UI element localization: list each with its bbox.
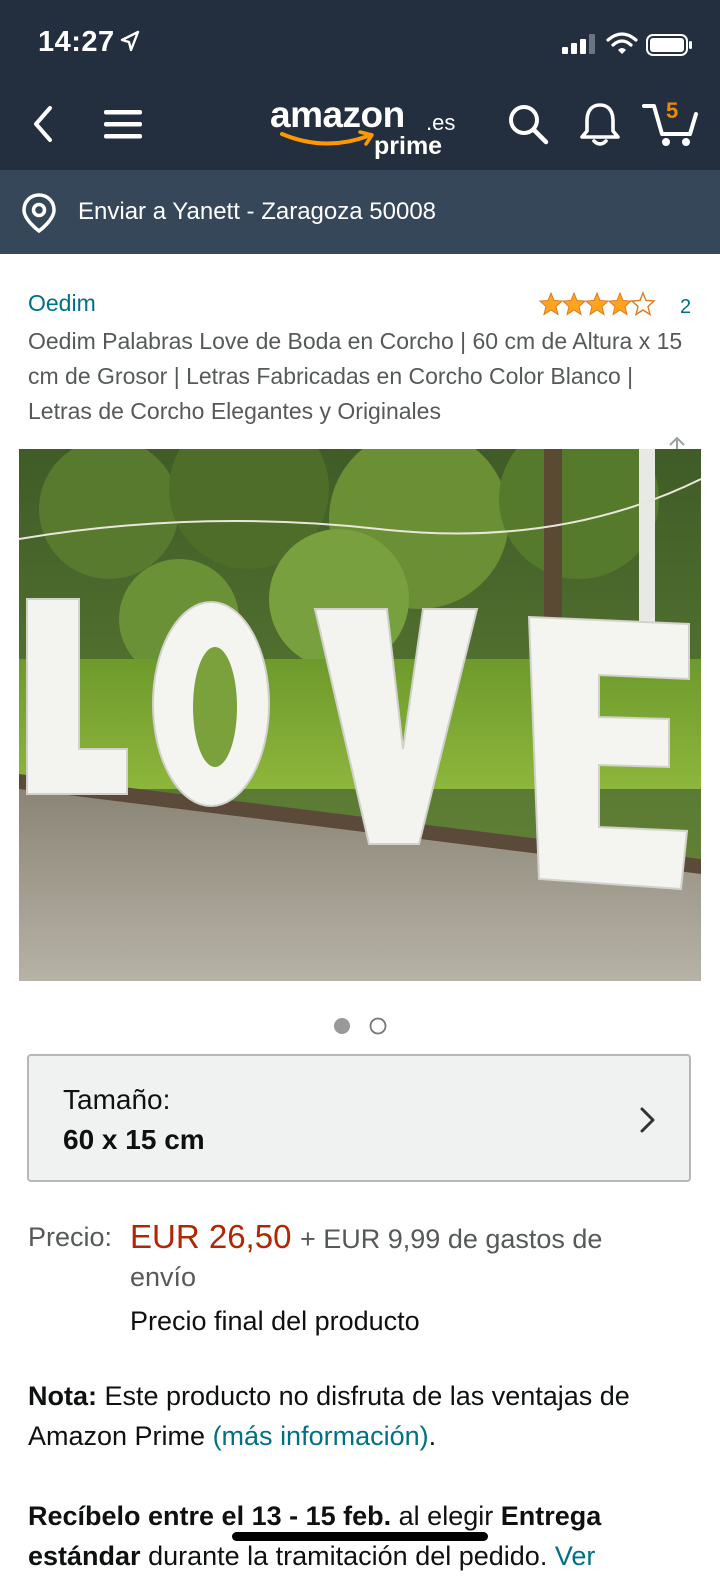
rating-count-link[interactable]: 2 bbox=[680, 296, 691, 319]
delivery-text1: al elegir bbox=[391, 1501, 501, 1531]
cart-button[interactable]: 5 bbox=[642, 98, 700, 148]
delivery-location-bar[interactable]: Enviar a Yanett - Zaragoza 50008 bbox=[0, 170, 720, 254]
price-label: Precio: bbox=[28, 1222, 113, 1252]
hamburger-menu-icon[interactable] bbox=[104, 108, 142, 140]
home-indicator[interactable] bbox=[232, 1532, 488, 1541]
product-title: Oedim Palabras Love de Boda en Corcho | … bbox=[28, 328, 683, 424]
search-icon[interactable] bbox=[506, 102, 550, 151]
top-bar: 14:27 amazon .es prime 5 bbox=[0, 0, 720, 170]
prime-note: Nota: Este producto no disfruta de las v… bbox=[28, 1376, 698, 1456]
location-pin-icon bbox=[20, 192, 58, 239]
see-details-link[interactable]: Ver bbox=[555, 1541, 596, 1571]
chevron-right-icon bbox=[639, 1106, 657, 1139]
shipping-cost-cont: envío bbox=[130, 1262, 197, 1292]
more-info-link[interactable]: (más información) bbox=[213, 1421, 429, 1451]
back-button[interactable] bbox=[26, 104, 62, 144]
brand-link[interactable]: Oedim bbox=[28, 290, 96, 317]
note-bold: Nota: bbox=[28, 1381, 97, 1411]
delivery-text2: durante la tramitación del pedido. bbox=[140, 1541, 555, 1571]
smile-arrow-icon bbox=[280, 130, 376, 155]
delivery-option: Entrega bbox=[500, 1501, 602, 1531]
wifi-icon bbox=[606, 32, 638, 61]
delivery-option-cont: estándar bbox=[28, 1541, 141, 1571]
status-time: 14:27 bbox=[38, 26, 115, 58]
shipping-cost: + EUR 9,99 de gastos de bbox=[300, 1224, 603, 1254]
size-value: 60 x 15 cm bbox=[63, 1124, 205, 1155]
delivery-dates: Recíbelo entre el 13 - 15 feb. bbox=[28, 1501, 392, 1531]
nav-bar: amazon .es prime 5 bbox=[0, 88, 720, 170]
size-selector[interactable]: Tamaño: 60 x 15 cm bbox=[27, 1054, 691, 1182]
cart-count: 5 bbox=[666, 98, 679, 123]
size-label: Tamaño: bbox=[63, 1084, 171, 1115]
battery-icon bbox=[646, 34, 694, 61]
delivery-address-text: Enviar a Yanett - Zaragoza 50008 bbox=[78, 198, 437, 225]
note-end: . bbox=[428, 1421, 437, 1451]
bell-icon[interactable] bbox=[578, 100, 622, 153]
final-price-note: Precio final del producto bbox=[130, 1306, 420, 1336]
amazon-prime-logo[interactable]: amazon .es prime bbox=[270, 94, 460, 160]
price-amount: EUR 26,50 bbox=[130, 1218, 292, 1255]
status-bar: 14:27 bbox=[0, 0, 720, 88]
image-pagination-dots[interactable] bbox=[332, 1016, 388, 1041]
rating-stars[interactable] bbox=[538, 291, 656, 322]
product-image[interactable] bbox=[19, 449, 701, 981]
location-arrow-icon bbox=[120, 30, 140, 57]
logo-prime: prime bbox=[374, 132, 443, 160]
cell-signal-icon bbox=[562, 34, 596, 59]
